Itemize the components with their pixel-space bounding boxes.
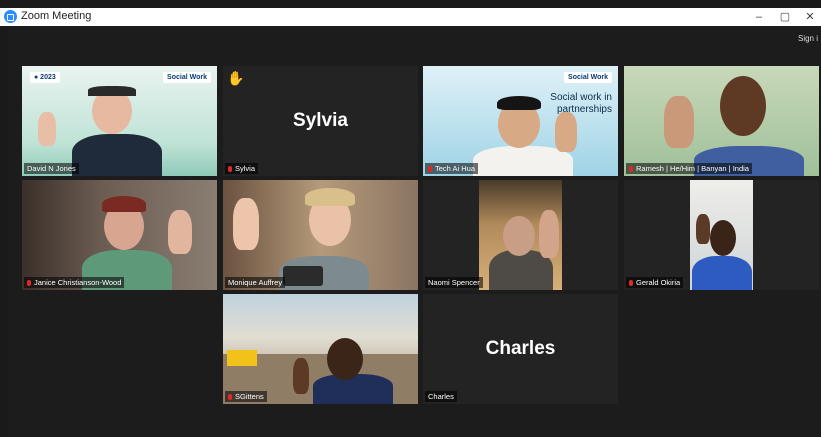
participant-name: Ramesh | He/Him | Banyan | India xyxy=(626,163,752,174)
video-tile-david[interactable]: ● 2023 Social Work David N Jones xyxy=(22,66,217,176)
video-tile-charles[interactable]: Charles Charles xyxy=(423,294,618,404)
video-tile-sylvia[interactable]: ✋ Sylvia Sylvia xyxy=(223,66,418,176)
mic-muted-icon xyxy=(629,166,633,172)
raised-hand-icon: ✋ xyxy=(227,70,245,86)
mic-muted-icon xyxy=(228,394,232,400)
participant-name: Naomi Spencer xyxy=(425,277,483,288)
video-tile-tech-ai-hua[interactable]: Social Work Social work in partnerships … xyxy=(423,66,618,176)
participant-name: Gerald Okiria xyxy=(626,277,684,288)
mic-muted-icon xyxy=(228,166,232,172)
participant-name: Janice Christianson-Wood xyxy=(24,277,125,288)
participant-name: Charles xyxy=(425,391,457,402)
video-tile-monique[interactable]: Monique Auffrey xyxy=(223,180,418,290)
title-bar: Zoom Meeting – ▢ ✕ xyxy=(0,8,821,26)
close-button[interactable]: ✕ xyxy=(800,9,820,25)
minimize-button[interactable]: – xyxy=(749,9,769,25)
meeting-stage: Sign i ● 2023 Social Work David N Jones … xyxy=(8,26,821,437)
participant-display-name: Charles xyxy=(485,338,556,359)
video-tile-gerald[interactable]: Gerald Okiria xyxy=(624,180,819,290)
zoom-logo-icon xyxy=(4,10,17,23)
participant-name: Tech Ai Hua xyxy=(425,163,479,174)
mic-muted-icon xyxy=(428,166,432,172)
participant-name: David N Jones xyxy=(24,163,79,174)
window-title: Zoom Meeting xyxy=(21,10,92,22)
video-tile-ramesh[interactable]: Ramesh | He/Him | Banyan | India xyxy=(624,66,819,176)
mic-muted-icon xyxy=(629,280,633,286)
video-tile-janice[interactable]: Janice Christianson-Wood xyxy=(22,180,217,290)
video-tile-sgittens[interactable]: SGittens xyxy=(223,294,418,404)
restore-button[interactable]: ▢ xyxy=(775,9,795,25)
mic-muted-icon xyxy=(27,280,31,286)
participant-name: SGittens xyxy=(225,391,267,402)
sign-in-link[interactable]: Sign i xyxy=(798,34,818,43)
partnerships-overlay: Social work in partnerships xyxy=(550,92,612,115)
participant-display-name: Sylvia xyxy=(293,110,348,131)
social-work-logo: Social Work xyxy=(564,72,612,83)
social-work-logo: Social Work xyxy=(163,72,211,83)
participant-name: Monique Auffrey xyxy=(225,277,286,288)
video-tile-naomi[interactable]: Naomi Spencer xyxy=(423,180,618,290)
participant-name: Sylvia xyxy=(225,163,259,174)
org-logo: ● 2023 xyxy=(30,72,60,83)
